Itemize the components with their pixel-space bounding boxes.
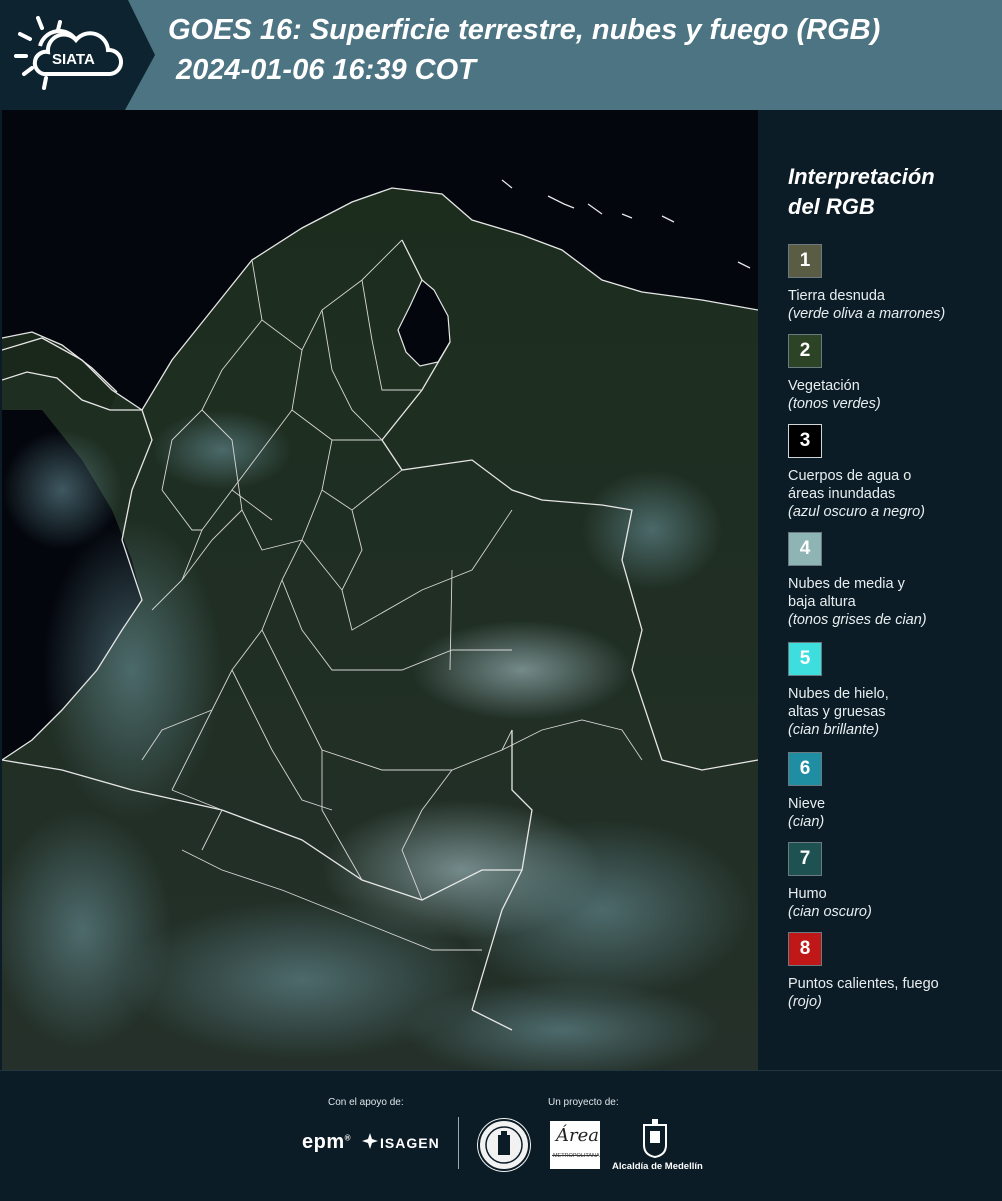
area-metropolitana-text: METROPOLITANA [553,1153,600,1159]
legend-label-4: Nubes de media y baja altura [788,576,905,610]
seal-icon [485,1126,523,1164]
footer-divider [458,1117,459,1169]
legend-item-6: 6 Nieve (cian) [788,752,998,831]
legend-swatch-2: 2 [788,334,822,368]
legend-item-1: 1 Tierra desnuda (verde oliva a marrones… [788,244,998,323]
siata-logo-text: SIATA [52,51,95,68]
legend-sub-7: (cian oscuro) [788,904,872,920]
legend-label-7: Humo [788,886,827,902]
legend-sub-6: (cian) [788,814,825,830]
legend-sub-3: (azul oscuro a negro) [788,504,926,520]
area-metropolitana-logo: Área [550,1121,600,1169]
university-seal-logo [478,1119,530,1171]
legend-heading: Interpretación del RGB [788,162,935,222]
legend-item-5: 5 Nubes de hielo, altas y gruesas (cian … [788,642,998,739]
legend-panel: Interpretación del RGB 1 Tierra desnuda … [760,110,1002,1070]
legend-sub-8: (rojo) [788,994,822,1010]
legend-sub-2: (tonos verdes) [788,396,881,412]
legend-swatch-4: 4 [788,532,822,566]
legend-item-7: 7 Humo (cian oscuro) [788,842,998,921]
support-label: Con el apoyo de: [328,1097,404,1108]
legend-swatch-7: 7 [788,842,822,876]
isagen-logo: ISAGEN [380,1135,440,1151]
isagen-logo-icon [362,1133,378,1149]
map-canvas [2,110,758,1070]
legend-sub-4: (tonos grises de cian) [788,612,927,628]
legend-heading-line2: del RGB [788,194,875,219]
page-title: GOES 16: Superficie terrestre, nubes y f… [168,14,881,46]
legend-sub-5: (cian brillante) [788,722,880,738]
legend-item-8: 8 Puntos calientes, fuego (rojo) [788,932,998,1011]
epm-logo: epm® [302,1131,352,1153]
legend-swatch-8: 8 [788,932,822,966]
legend-sub-1: (verde oliva a marrones) [788,306,946,322]
page-timestamp: 2024-01-06 16:39 COT [176,54,476,86]
legend-item-4: 4 Nubes de media y baja altura (tonos gr… [788,532,998,629]
legend-label-8: Puntos calientes, fuego [788,976,939,992]
footer: Con el apoyo de: Un proyecto de: epm® IS… [0,1070,1002,1201]
legend-label-1: Tierra desnuda [788,288,885,304]
medellin-crest-icon [643,1119,667,1159]
legend-swatch-5: 5 [788,642,822,676]
legend-swatch-3: 3 [788,424,822,458]
project-label: Un proyecto de: [548,1097,619,1108]
legend-swatch-6: 6 [788,752,822,786]
legend-label-5: Nubes de hielo, altas y gruesas [788,686,889,720]
legend-heading-line1: Interpretación [788,164,935,189]
siata-logo: SIATA [14,16,123,90]
satellite-map [2,110,758,1070]
legend-item-2: 2 Vegetación (tonos verdes) [788,334,998,413]
epm-logo-text: epm [302,1131,345,1153]
legend-item-3: 3 Cuerpos de agua o áreas inundadas (azu… [788,424,998,521]
legend-label-6: Nieve [788,796,826,812]
legend-label-3: Cuerpos de agua o áreas inundadas [788,468,912,502]
area-logo-script: Área [556,1125,599,1146]
legend-label-2: Vegetación [788,378,860,394]
alcaldia-medellin-text: Alcaldía de Medellín [612,1161,703,1172]
header: SIATA GOES 16: Superficie terrestre, nub… [0,0,1002,110]
legend-swatch-1: 1 [788,244,822,278]
